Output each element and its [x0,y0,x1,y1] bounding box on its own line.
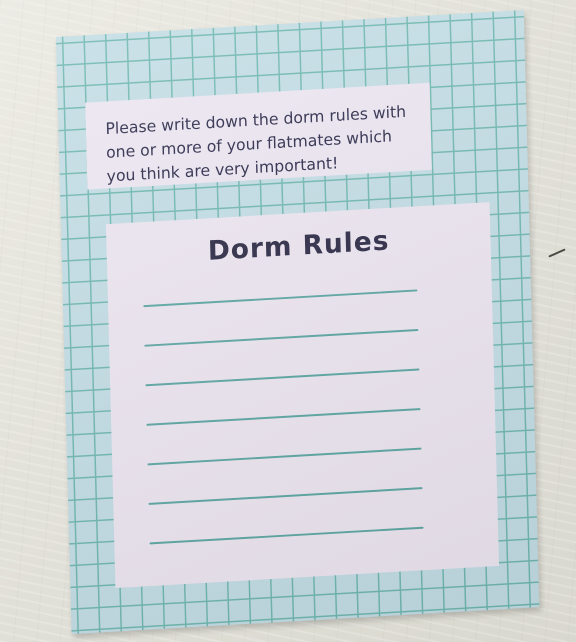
writing-line [145,368,420,386]
instruction-note: Please write down the dorm rules with on… [85,82,432,190]
writing-line [146,408,421,426]
writing-line [147,447,422,465]
writing-line [148,487,423,505]
writing-line [144,328,419,347]
instruction-text: Please write down the dorm rules with on… [105,101,407,186]
writing-line [149,526,424,544]
rules-sheet: Dorm Rules [105,202,500,589]
dorm-rules-card: Please write down the dorm rules with on… [56,9,540,635]
writing-line [143,289,418,307]
rules-title: Dorm Rules [207,225,390,267]
